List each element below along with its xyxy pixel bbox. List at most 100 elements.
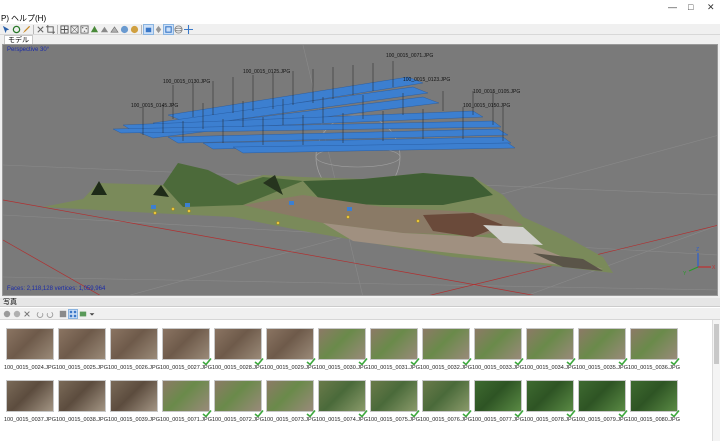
details-view-icon[interactable] — [59, 310, 67, 318]
photo-filename: 100_0015_0033.JPG — [472, 365, 524, 371]
camera-label: 100_0015_0125.JPG — [243, 69, 290, 75]
filter-icon[interactable] — [79, 310, 87, 318]
menu-item-help[interactable]: ヘルプ(H) — [11, 14, 46, 24]
solid-icon[interactable] — [110, 25, 119, 34]
photo-thumbnail[interactable]: 100_0015_0032.JPG — [420, 328, 472, 371]
dense-cloud-icon[interactable] — [80, 25, 89, 34]
separator — [141, 25, 142, 34]
aligned-check-icon — [566, 358, 576, 365]
photo-image — [578, 380, 626, 412]
photo-image — [318, 328, 366, 360]
close-button[interactable]: ✕ — [707, 2, 715, 13]
photo-thumbnail[interactable]: 100_0015_0029.JPG — [264, 328, 316, 371]
rotate-right-icon[interactable] — [46, 310, 54, 318]
aligned-check-icon — [358, 358, 368, 365]
aligned-check-icon — [254, 410, 264, 417]
add-photo-icon[interactable] — [3, 310, 11, 318]
photo-filename: 100_0015_0026.JPG — [108, 365, 160, 371]
dem-icon[interactable] — [130, 25, 139, 34]
grid-icon[interactable] — [60, 25, 69, 34]
photo-filename: 100_0015_0072.JPG — [212, 417, 264, 423]
delete-icon[interactable] — [23, 310, 31, 318]
photo-thumbnail[interactable]: 100_0015_0025.JPG — [56, 328, 108, 371]
photo-image — [370, 380, 418, 412]
pencil-icon[interactable] — [22, 25, 31, 34]
menu-item-p[interactable]: P) — [1, 14, 9, 24]
chevron-down-icon[interactable] — [88, 310, 96, 318]
photo-image — [578, 328, 626, 360]
rotate-icon[interactable] — [12, 25, 21, 34]
photo-image — [422, 328, 470, 360]
projection-label: Perspective 30° — [7, 47, 50, 53]
photo-filename: 100_0015_0035.JPG — [576, 365, 628, 371]
rotate-left-icon[interactable] — [36, 310, 44, 318]
show-cameras-icon[interactable] — [143, 24, 154, 35]
photo-filename: 100_0015_0077.JPG — [472, 417, 524, 423]
photo-thumbnail[interactable]: 100_0015_0076.JPG — [420, 380, 472, 423]
thumbnails-view-icon[interactable] — [68, 309, 78, 319]
photo-thumbnail[interactable]: 100_0015_0071.JPG — [160, 380, 212, 423]
photo-image — [58, 328, 106, 360]
photo-image — [526, 380, 574, 412]
photo-thumbnail[interactable]: 100_0015_0072.JPG — [212, 380, 264, 423]
mesh-icon[interactable] — [70, 25, 79, 34]
photo-thumbnail[interactable]: 100_0015_0039.JPG — [108, 380, 160, 423]
photo-thumbnail[interactable]: 100_0015_0030.JPG — [316, 328, 368, 371]
remove-photo-icon[interactable] — [13, 310, 21, 318]
show-markers-icon[interactable] — [154, 25, 163, 34]
photo-filename: 100_0015_0071.JPG — [160, 417, 212, 423]
move-icon[interactable] — [184, 25, 193, 34]
main-toolbar — [0, 24, 720, 35]
photo-thumbnail[interactable]: 100_0015_0031.JPG — [368, 328, 420, 371]
photo-image — [370, 328, 418, 360]
photo-filename: 100_0015_0030.JPG — [316, 365, 368, 371]
photo-image — [474, 380, 522, 412]
photo-thumbnail[interactable]: 100_0015_0073.JPG — [264, 380, 316, 423]
photo-thumbnail[interactable]: 100_0015_0074.JPG — [316, 380, 368, 423]
photo-thumbnail[interactable]: 100_0015_0079.JPG — [576, 380, 628, 423]
aligned-check-icon — [618, 358, 628, 365]
shaded-icon[interactable] — [100, 25, 109, 34]
maximize-button[interactable]: □ — [688, 2, 693, 12]
model-scene[interactable]: 100_0015_0071.JPG 100_0015_0123.JPG 100_… — [3, 45, 718, 296]
aligned-check-icon — [306, 358, 316, 365]
tiled-icon[interactable] — [120, 25, 129, 34]
delete-icon[interactable] — [36, 25, 45, 34]
show-trackball-icon[interactable] — [174, 25, 183, 34]
scroll-thumb[interactable] — [714, 324, 719, 364]
aligned-check-icon — [514, 410, 524, 417]
photo-image — [422, 380, 470, 412]
photo-thumbnail[interactable]: 100_0015_0038.JPG — [56, 380, 108, 423]
photo-thumbnail[interactable]: 100_0015_0027.JPG — [160, 328, 212, 371]
menu-bar: P) ヘルプ(H) — [0, 14, 720, 24]
crop-icon[interactable] — [46, 25, 55, 34]
photo-thumbnail[interactable]: 100_0015_0024.JPG — [4, 328, 56, 371]
minimize-button[interactable]: — — [668, 2, 677, 12]
photo-filename: 100_0015_0029.JPG — [264, 365, 316, 371]
photo-thumbnail[interactable]: 100_0015_0078.JPG — [524, 380, 576, 423]
photo-thumbnail[interactable]: 100_0015_0028.JPG — [212, 328, 264, 371]
photo-scrollbar[interactable] — [712, 320, 720, 441]
viewport-status: Faces: 2,118,128 vertices: 1,059,964 — [7, 286, 106, 292]
photo-thumbnail[interactable]: 100_0015_0034.JPG — [524, 328, 576, 371]
photo-filename: 100_0015_0074.JPG — [316, 417, 368, 423]
photo-filename: 100_0015_0032.JPG — [420, 365, 472, 371]
photo-thumbnail[interactable]: 100_0015_0026.JPG — [108, 328, 160, 371]
photo-filename: 100_0015_0025.JPG — [56, 365, 108, 371]
show-regions-icon[interactable] — [163, 24, 174, 35]
photo-filename: 100_0015_0034.JPG — [524, 365, 576, 371]
model-viewport[interactable]: 100_0015_0071.JPG 100_0015_0123.JPG 100_… — [2, 44, 718, 296]
arrow-icon[interactable] — [2, 25, 11, 34]
photo-thumbnail[interactable]: 100_0015_0036.JPG — [628, 328, 680, 371]
aligned-check-icon — [410, 410, 420, 417]
aligned-check-icon — [514, 358, 524, 365]
textured-icon[interactable] — [90, 25, 99, 34]
photo-thumbnail[interactable]: 100_0015_0075.JPG — [368, 380, 420, 423]
photo-thumbnail[interactable]: 100_0015_0037.JPG — [4, 380, 56, 423]
photo-thumbnail[interactable]: 100_0015_0033.JPG — [472, 328, 524, 371]
photo-thumbnail[interactable]: 100_0015_0080.JPG — [628, 380, 680, 423]
photo-filename: 100_0015_0024.JPG — [4, 365, 56, 371]
aligned-check-icon — [670, 410, 680, 417]
photo-thumbnail[interactable]: 100_0015_0035.JPG — [576, 328, 628, 371]
photo-thumbnail[interactable]: 100_0015_0077.JPG — [472, 380, 524, 423]
